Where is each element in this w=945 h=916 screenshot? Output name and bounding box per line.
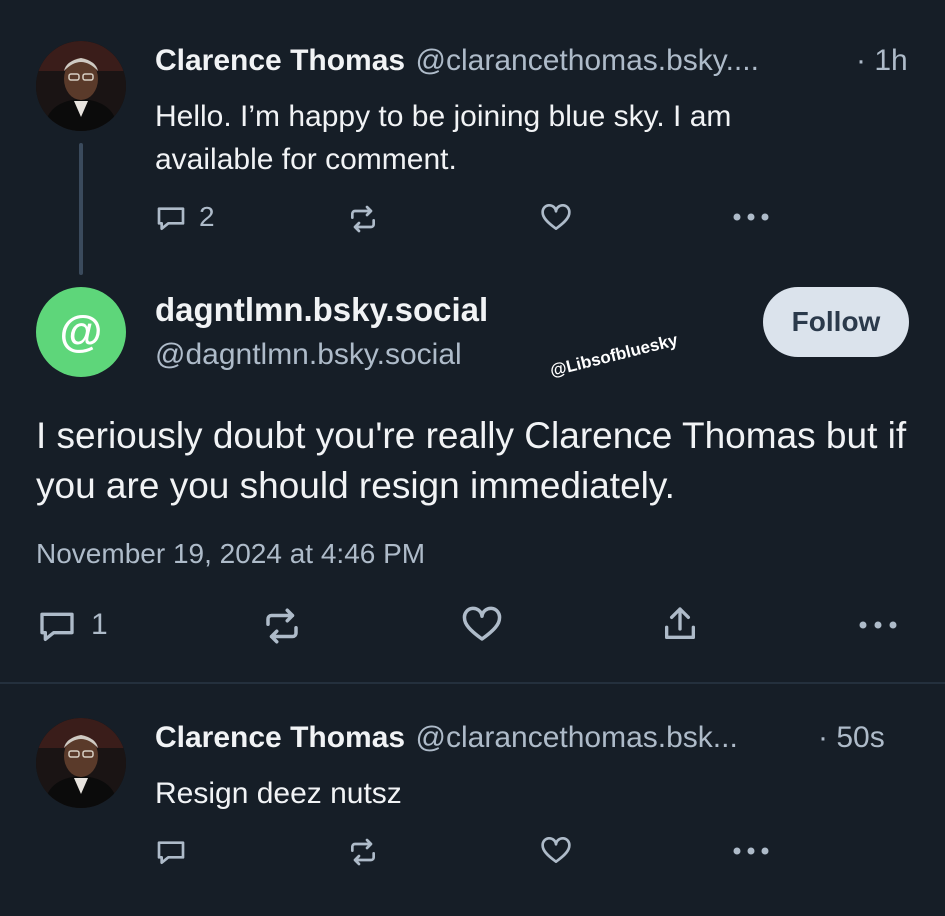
divider [0,682,945,684]
post-header: Clarence Thomas @clarancethomas.bsky.... [155,44,759,78]
post-text: Resign deez nutsz [155,777,402,810]
repost-icon[interactable] [346,836,380,868]
post-time: · 1h [856,44,908,77]
follow-button[interactable]: Follow [763,287,909,357]
avatar[interactable] [36,41,126,131]
avatar[interactable] [36,718,126,808]
avatar[interactable]: @ [36,287,126,377]
avatar-photo [36,718,126,808]
repost-icon[interactable] [346,203,380,235]
more-options-icon[interactable] [732,212,770,222]
author-name[interactable]: dagntlmn.bsky.social [155,291,488,329]
like-icon[interactable] [539,835,573,867]
reply-icon[interactable] [36,606,78,646]
watermark: @Libsofbluesky [548,330,680,381]
post-text: I seriously doubt you're really Clarence… [36,415,907,506]
author-handle[interactable]: @dagntlmn.bsky.social [155,338,462,372]
like-icon[interactable] [539,202,573,234]
avatar-photo [36,41,126,131]
author-name[interactable]: Clarence Thomas [155,44,405,77]
reply-count: 1 [91,608,108,641]
reply-count: 2 [199,201,215,232]
thread-line [79,143,83,275]
post-time: · 50s [818,721,885,754]
repost-icon[interactable] [260,605,304,647]
author-handle[interactable]: @clarancethomas.bsk... [416,721,738,754]
more-options-icon[interactable] [732,846,770,856]
reply-icon[interactable] [155,202,187,234]
reply-icon[interactable] [155,836,187,868]
post-header: Clarence Thomas @clarancethomas.bsk... [155,721,738,755]
like-icon[interactable] [460,604,504,646]
post-text: Hello. I’m happy to be joining blue sky.… [155,100,732,176]
more-options-icon[interactable] [858,620,898,630]
avatar-symbol: @ [59,307,103,356]
share-icon[interactable] [660,602,700,646]
post-timestamp: November 19, 2024 at 4:46 PM [36,538,426,569]
author-name[interactable]: Clarence Thomas [155,721,405,754]
author-handle[interactable]: @clarancethomas.bsky.... [416,44,759,77]
